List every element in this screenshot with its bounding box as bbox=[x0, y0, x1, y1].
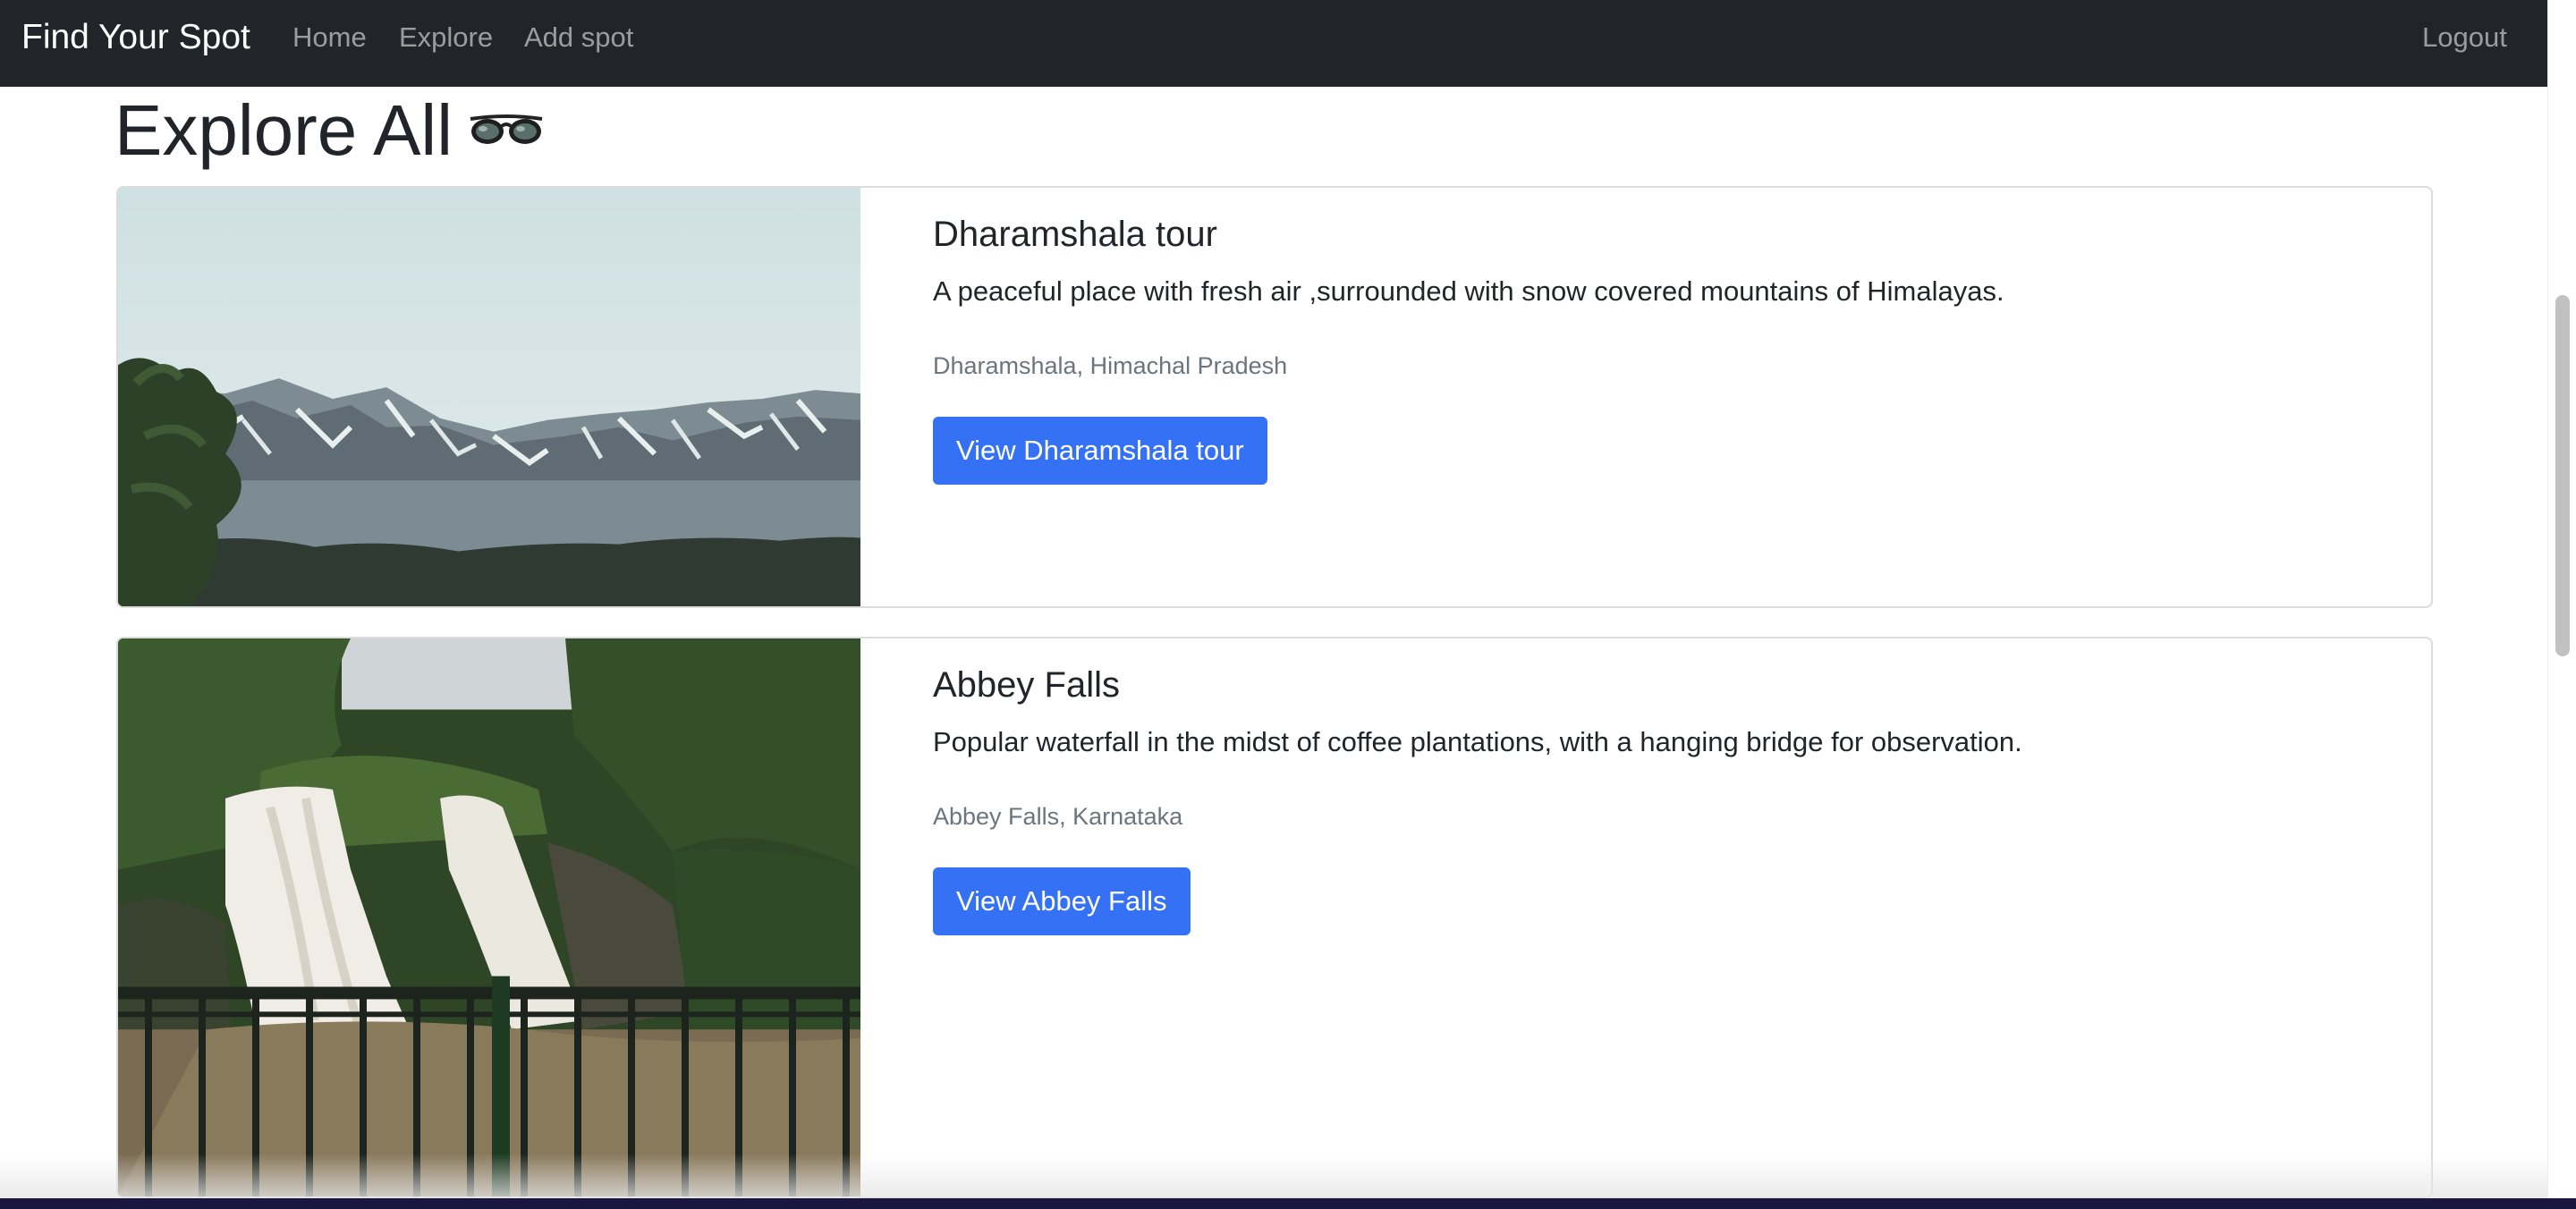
card-description: Popular waterfall in the midst of coffee… bbox=[933, 726, 2022, 757]
card-location: Abbey Falls, Karnataka bbox=[933, 803, 1183, 830]
card-location: Dharamshala, Himachal Pradesh bbox=[933, 352, 1288, 379]
scrollbar-thumb[interactable] bbox=[2555, 295, 2570, 656]
page-title: Explore All bbox=[114, 88, 544, 173]
spot-card: Dharamshala tour A peaceful place with f… bbox=[116, 186, 2433, 608]
nav-link-add-spot[interactable]: Add spot bbox=[524, 0, 633, 75]
spot-card: Abbey Falls Popular waterfall in the mid… bbox=[116, 637, 2433, 1198]
nav-link-home[interactable]: Home bbox=[292, 0, 367, 75]
brand-link[interactable]: Find Your Spot bbox=[21, 0, 250, 75]
navbar: Find Your Spot Home Explore Add spot Log… bbox=[0, 0, 2547, 87]
card-title: Abbey Falls bbox=[933, 665, 1120, 705]
snow-mountain-photo bbox=[118, 188, 860, 606]
scrollbar-track[interactable] bbox=[2547, 0, 2576, 1198]
waterfall-photo bbox=[118, 638, 860, 1196]
view-spot-button[interactable]: View Dharamshala tour bbox=[933, 417, 1267, 485]
card-title: Dharamshala tour bbox=[933, 215, 1217, 254]
view-spot-button[interactable]: View Abbey Falls bbox=[933, 867, 1191, 935]
browser-viewport: Find Your Spot Home Explore Add spot Log… bbox=[0, 0, 2547, 1198]
sunglasses-icon bbox=[470, 114, 543, 144]
page-title-text: Explore All bbox=[114, 90, 453, 170]
logout-link[interactable]: Logout bbox=[2422, 0, 2507, 75]
nav-link-explore[interactable]: Explore bbox=[399, 0, 493, 75]
card-description: A peaceful place with fresh air ,surroun… bbox=[933, 275, 2004, 307]
